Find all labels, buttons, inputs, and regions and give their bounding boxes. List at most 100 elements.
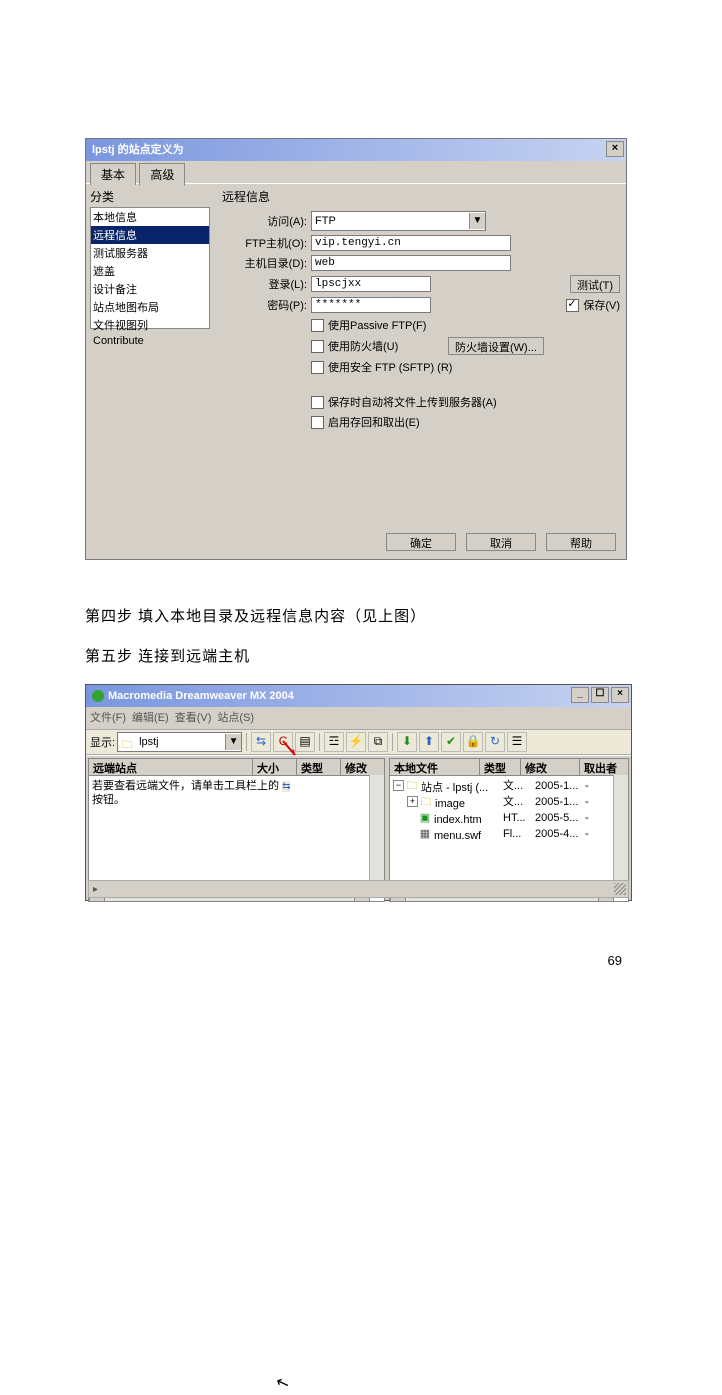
save-checkbox[interactable]: [566, 299, 579, 312]
firewall-label: 使用防火墙(U): [328, 338, 448, 354]
dreamweaver-icon: [92, 690, 104, 702]
tab-advanced[interactable]: 高级: [139, 163, 185, 186]
passive-ftp-checkbox[interactable]: [311, 319, 324, 332]
checkout-icon[interactable]: ✔: [441, 732, 461, 752]
auto-upload-label: 保存时自动将文件上传到服务器(A): [328, 394, 497, 410]
menu-file[interactable]: 文件(F): [90, 709, 126, 727]
step4-text: 第四步 填入本地目录及远程信息内容（见上图）: [85, 605, 426, 626]
list-item[interactable]: 设计备注: [91, 280, 209, 298]
list-item[interactable]: 测试服务器: [91, 244, 209, 262]
list-item[interactable]: 站点地图布局: [91, 298, 209, 316]
toolbar: 显示: 🗀 lpstj ▼ ⇆ C ▤ ☲ ⚡ ⧉ ⬇ ⬆ ✔ 🔒 ↻ ☰: [86, 730, 631, 755]
vertical-scrollbar[interactable]: [613, 775, 628, 887]
dialog-title: lpstj 的站点定义为: [92, 144, 184, 156]
category-label: 分类: [90, 188, 210, 205]
view-icon[interactable]: ☰: [507, 732, 527, 752]
category-listbox[interactable]: 本地信息 远程信息 测试服务器 遮盖 设计备注 站点地图布局 文件视图列 Con…: [90, 207, 210, 329]
ok-button[interactable]: 确定: [386, 533, 456, 551]
menubar: 文件(F) 编辑(E) 查看(V) 站点(S): [86, 707, 631, 730]
refresh-icon[interactable]: C: [273, 732, 293, 752]
table-row[interactable]: ▣index.htm HT... 2005-5... -: [393, 811, 625, 827]
firewall-checkbox[interactable]: [311, 340, 324, 353]
site-definition-dialog: lpstj 的站点定义为 × ↖ 基本 高级 分类 本地信息 远程信息 测试服务…: [85, 138, 627, 560]
table-row[interactable]: ▦menu.swf Fl... 2005-4... -: [393, 827, 625, 843]
list-item[interactable]: 本地信息: [91, 208, 209, 226]
step5-text: 第五步 连接到远端主机: [85, 645, 250, 666]
host-dir-input[interactable]: [311, 255, 511, 271]
minimize-icon[interactable]: _: [571, 687, 589, 703]
resize-grip-icon[interactable]: [614, 883, 626, 895]
local-pane-header: 本地文件 类型 修改 取出者: [390, 759, 628, 776]
checkin-icon[interactable]: 🔒: [463, 732, 483, 752]
col-remote[interactable]: 远端站点: [89, 759, 253, 775]
close-icon[interactable]: ×: [611, 687, 629, 703]
password-label: 密码(P):: [222, 297, 311, 313]
ftp-log-icon[interactable]: ▤: [295, 732, 315, 752]
site-icon: 🗀: [406, 779, 418, 791]
sftp-label: 使用安全 FTP (SFTP) (R): [328, 359, 452, 375]
host-dir-label: 主机目录(D):: [222, 255, 311, 271]
access-combo[interactable]: FTP ▼: [311, 211, 486, 231]
list-item[interactable]: Contribute: [91, 334, 209, 348]
col-modified[interactable]: 修改: [341, 759, 384, 775]
ftp-host-label: FTP主机(O):: [222, 235, 311, 251]
col-checkedout[interactable]: 取出者: [580, 759, 628, 775]
table-row[interactable]: +🗀image 文... 2005-1... -: [393, 795, 625, 811]
help-button[interactable]: 帮助: [546, 533, 616, 551]
chevron-down-icon[interactable]: ▼: [469, 213, 485, 229]
test-button[interactable]: 测试(T): [570, 275, 620, 293]
put-icon[interactable]: ⬆: [419, 732, 439, 752]
chevron-down-icon[interactable]: ▼: [225, 734, 241, 750]
firewall-settings-button[interactable]: 防火墙设置(W)...: [448, 337, 544, 355]
show-label: 显示:: [90, 734, 115, 750]
menu-view[interactable]: 查看(V): [175, 709, 212, 727]
expand-icon[interactable]: +: [407, 796, 418, 807]
col-type[interactable]: 类型: [297, 759, 341, 775]
cancel-button[interactable]: 取消: [466, 533, 536, 551]
vertical-scrollbar[interactable]: [369, 775, 384, 887]
tab-basic[interactable]: 基本: [90, 163, 136, 185]
checkinout-checkbox[interactable]: [311, 416, 324, 429]
maximize-icon[interactable]: ☐: [591, 687, 609, 703]
access-label: 访问(A):: [222, 213, 311, 229]
category-panel: 分类 本地信息 远程信息 测试服务器 遮盖 设计备注 站点地图布局 文件视图列 …: [86, 184, 214, 539]
menu-edit[interactable]: 编辑(E): [132, 709, 169, 727]
site-combo-value: lpstj: [139, 736, 159, 748]
login-input[interactable]: [311, 276, 431, 292]
list-item[interactable]: 文件视图列: [91, 316, 209, 334]
testing-icon[interactable]: ⚡: [346, 732, 366, 752]
table-row[interactable]: −🗀站点 - lpstj (... 文... 2005-1... -: [393, 779, 625, 795]
sftp-checkbox[interactable]: [311, 361, 324, 374]
close-icon[interactable]: ×: [606, 141, 624, 157]
status-handle-icon[interactable]: ▸: [93, 884, 98, 895]
page-number: 69: [608, 953, 622, 968]
col-size[interactable]: 大小: [253, 759, 297, 775]
remote-hint-line2: 按钮。: [92, 794, 125, 806]
auto-upload-checkbox[interactable]: [311, 396, 324, 409]
folder-icon: 🗀: [420, 795, 432, 807]
list-item[interactable]: 远程信息: [91, 226, 209, 244]
window-title: Macromedia Dreamweaver MX 2004: [108, 690, 294, 702]
passive-ftp-label: 使用Passive FTP(F): [328, 317, 426, 333]
tab-strip: 基本 高级: [86, 161, 626, 184]
col-local[interactable]: 本地文件: [390, 759, 480, 775]
ftp-host-input[interactable]: [311, 235, 511, 251]
expand-icon[interactable]: ⧉: [368, 732, 388, 752]
save-checkbox-label: 保存(V): [583, 297, 620, 313]
access-value: FTP: [315, 215, 336, 227]
sync-icon[interactable]: ↻: [485, 732, 505, 752]
list-item[interactable]: 遮盖: [91, 262, 209, 280]
get-icon[interactable]: ⬇: [397, 732, 417, 752]
connect-icon[interactable]: ⇆: [251, 732, 271, 752]
html-file-icon: ▣: [419, 811, 431, 823]
dialog-titlebar: lpstj 的站点定义为 ×: [86, 139, 626, 161]
col-modified[interactable]: 修改: [521, 759, 580, 775]
menu-site[interactable]: 站点(S): [217, 709, 254, 727]
col-type[interactable]: 类型: [480, 759, 521, 775]
collapse-icon[interactable]: −: [393, 780, 404, 791]
swf-file-icon: ▦: [419, 827, 431, 839]
password-input[interactable]: [311, 297, 431, 313]
login-label: 登录(L):: [222, 276, 311, 292]
site-combo[interactable]: 🗀 lpstj ▼: [117, 732, 242, 752]
sitemap-icon[interactable]: ☲: [324, 732, 344, 752]
